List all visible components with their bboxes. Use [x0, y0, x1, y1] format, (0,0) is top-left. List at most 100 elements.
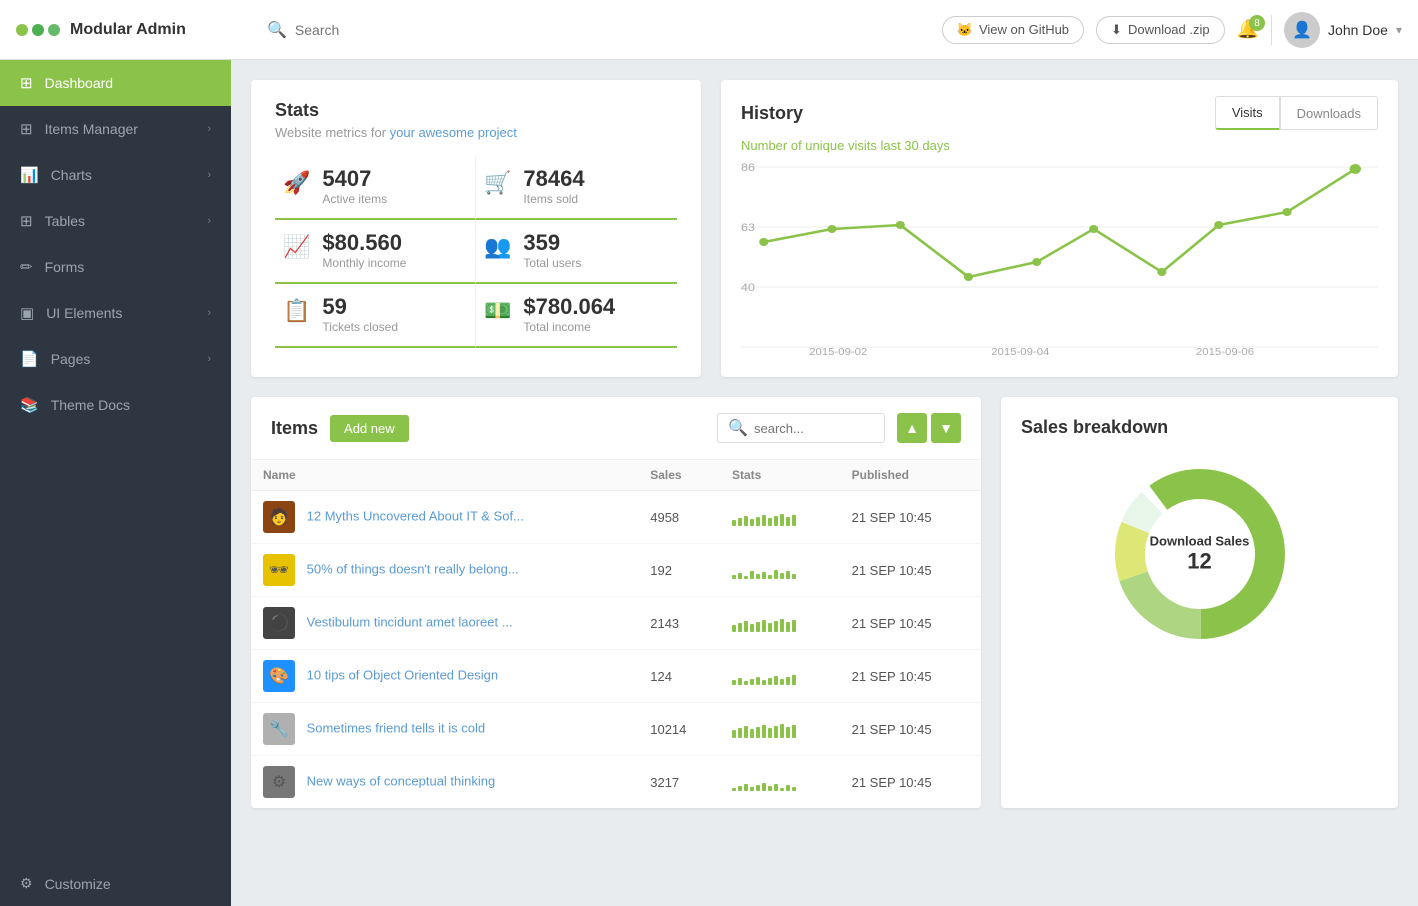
- mini-bar: [738, 678, 742, 685]
- mini-bar: [744, 784, 748, 791]
- table-row: 🧑 12 Myths Uncovered About IT & Sof... 4…: [251, 491, 981, 544]
- tab-visits[interactable]: Visits: [1215, 96, 1280, 130]
- sort-up-button[interactable]: ▲: [897, 413, 927, 443]
- stat-number: 5407: [322, 168, 387, 190]
- sidebar-item-theme-docs[interactable]: 📚 Theme Docs: [0, 382, 231, 428]
- rocket-icon: 🚀: [283, 170, 310, 196]
- tables-icon: ⊞: [20, 212, 33, 230]
- sidebar-item-dashboard[interactable]: ⊞ Dashboard: [0, 60, 231, 106]
- user-menu[interactable]: 👤 John Doe ▾: [1284, 12, 1402, 48]
- stat-number: $80.560: [322, 232, 406, 254]
- mini-bar: [780, 724, 784, 738]
- sidebar-item-tables[interactable]: ⊞ Tables ›: [0, 198, 231, 244]
- mini-bar: [774, 621, 778, 632]
- sidebar-item-charts[interactable]: 📊 Charts ›: [0, 152, 231, 198]
- item-name-cell: ⚙ New ways of conceptual thinking: [251, 756, 638, 809]
- donut-label: Download Sales: [1150, 534, 1250, 549]
- item-stats-cell: [720, 703, 840, 756]
- item-published-cell: 21 SEP 10:45: [840, 597, 981, 650]
- item-sales-cell: 4958: [638, 491, 720, 544]
- mini-bar: [738, 786, 742, 791]
- item-link[interactable]: 10 tips of Object Oriented Design: [307, 667, 499, 682]
- sidebar-item-items-manager[interactable]: ⊞ Items Manager ›: [0, 106, 231, 152]
- item-link[interactable]: Vestibulum tincidunt amet laoreet ...: [307, 614, 513, 629]
- bell-button[interactable]: 🔔 8: [1237, 19, 1259, 40]
- svg-text:2015-09-04: 2015-09-04: [991, 347, 1049, 357]
- svg-text:2015-09-06: 2015-09-06: [1196, 347, 1254, 357]
- stat-items-sold: 🛒 78464 Items sold: [476, 156, 677, 220]
- download-icon: ⬇: [1111, 22, 1122, 38]
- history-tabs: Visits Downloads: [1215, 96, 1378, 130]
- mini-bar: [762, 680, 766, 685]
- item-published-cell: 21 SEP 10:45: [840, 491, 981, 544]
- table-row: 🎨 10 tips of Object Oriented Design 1242…: [251, 650, 981, 703]
- sort-down-button[interactable]: ▼: [931, 413, 961, 443]
- item-thumb: 🧑: [263, 501, 295, 533]
- mini-bar: [774, 676, 778, 685]
- tab-downloads[interactable]: Downloads: [1280, 96, 1378, 130]
- brand-dot-1: [16, 24, 28, 36]
- sidebar-item-customize[interactable]: ⚙ Customize: [0, 861, 231, 906]
- sidebar-item-label: Dashboard: [45, 75, 114, 91]
- view-github-button[interactable]: 🐱 View on GitHub: [942, 16, 1084, 44]
- stats-subtitle: Website metrics for your awesome project: [275, 125, 677, 140]
- sidebar-item-ui-elements[interactable]: ▣ UI Elements ›: [0, 290, 231, 336]
- sidebar-item-pages[interactable]: 📄 Pages ›: [0, 336, 231, 382]
- mini-bar: [750, 624, 754, 632]
- mini-bars: [732, 771, 796, 791]
- items-table: Name Sales Stats Published 🧑 12 Myths Un…: [251, 460, 981, 808]
- history-card: History Visits Downloads Number of uniqu…: [721, 80, 1398, 377]
- topnav: Modular Admin 🔍 🐱 View on GitHub ⬇ Downl…: [0, 0, 1418, 60]
- col-name: Name: [251, 460, 638, 491]
- chevron-down-icon: ▾: [1396, 23, 1402, 37]
- item-link[interactable]: 12 Myths Uncovered About IT & Sof...: [307, 508, 524, 523]
- mini-bar: [780, 514, 784, 526]
- svg-text:63: 63: [741, 222, 755, 234]
- mini-bar: [762, 725, 766, 738]
- search-input[interactable]: [295, 22, 495, 38]
- item-sales-cell: 2143: [638, 597, 720, 650]
- divider: [1271, 15, 1272, 45]
- sidebar: ⊞ Dashboard ⊞ Items Manager › 📊 Charts ›…: [0, 60, 231, 906]
- download-zip-button[interactable]: ⬇ Download .zip: [1096, 16, 1225, 44]
- mini-bar: [768, 786, 772, 791]
- item-link[interactable]: Sometimes friend tells it is cold: [307, 720, 485, 735]
- items-manager-icon: ⊞: [20, 120, 33, 138]
- theme-docs-icon: 📚: [20, 396, 39, 414]
- mini-bar: [774, 784, 778, 791]
- mini-bar: [780, 679, 784, 685]
- mini-bar: [792, 574, 796, 579]
- items-search-input[interactable]: [754, 421, 874, 436]
- stats-link[interactable]: your awesome project: [390, 125, 517, 140]
- chevron-right-icon: ›: [207, 215, 211, 227]
- item-sales-cell: 192: [638, 544, 720, 597]
- mini-bar: [750, 729, 754, 738]
- mini-bar: [768, 728, 772, 738]
- item-published-cell: 21 SEP 10:45: [840, 650, 981, 703]
- add-new-button[interactable]: Add new: [330, 415, 409, 442]
- mini-bar: [756, 622, 760, 632]
- table-row: 🔧 Sometimes friend tells it is cold 1021…: [251, 703, 981, 756]
- item-link[interactable]: New ways of conceptual thinking: [307, 773, 496, 788]
- mini-bar: [732, 520, 736, 526]
- mini-bar: [738, 518, 742, 526]
- mini-bar: [774, 516, 778, 526]
- mini-bar: [792, 675, 796, 685]
- mini-bars: [732, 718, 796, 738]
- item-sales-cell: 124: [638, 650, 720, 703]
- donut-chart: Download Sales 12: [1100, 454, 1300, 654]
- chart-icon: 📈: [283, 234, 310, 260]
- sales-title: Sales breakdown: [1021, 417, 1168, 438]
- search-icon: 🔍: [267, 20, 287, 40]
- item-name-cell: 🔧 Sometimes friend tells it is cold: [251, 703, 638, 756]
- pages-icon: 📄: [20, 350, 39, 368]
- item-link[interactable]: 50% of things doesn't really belong...: [307, 561, 519, 576]
- avatar: 👤: [1284, 12, 1320, 48]
- item-thumb: 🕶: [263, 554, 295, 586]
- brand-name: Modular Admin: [70, 21, 186, 39]
- sidebar-item-forms[interactable]: ✏ Forms: [0, 244, 231, 290]
- chevron-right-icon: ›: [207, 307, 211, 319]
- mini-bar: [756, 517, 760, 526]
- main-content: Stats Website metrics for your awesome p…: [231, 60, 1418, 906]
- history-chart: 86 63 40 2015-09-02 2015-09-04 2015-09-0…: [721, 157, 1398, 377]
